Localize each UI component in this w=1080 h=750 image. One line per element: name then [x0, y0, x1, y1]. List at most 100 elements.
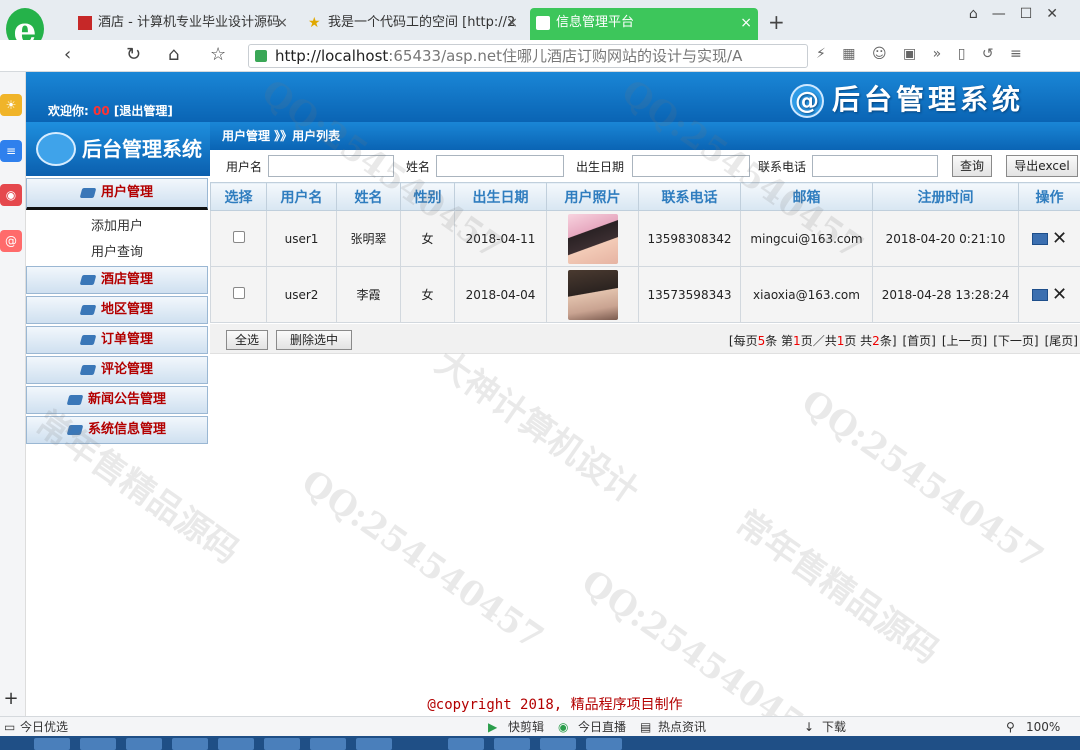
taskbar-app-icon[interactable] — [218, 738, 254, 750]
status-item[interactable]: 热点资讯 — [658, 718, 706, 736]
menu-label: 订单管理 — [100, 332, 153, 347]
taskbar-app-icon[interactable] — [80, 738, 116, 750]
sidebar-subitem-add-user[interactable]: 添加用户 — [26, 214, 208, 240]
breadcrumb: 用户管理 》》用户列表 — [210, 122, 1080, 150]
taskbar-app-icon[interactable] — [34, 738, 70, 750]
taskbar-app-icon[interactable] — [264, 738, 300, 750]
folder-icon — [66, 424, 84, 435]
tab-info-platform[interactable]: 信息管理平台 × — [530, 8, 758, 40]
pager-text: [每页 — [728, 334, 758, 348]
name-cell: 张明翠 — [336, 210, 401, 267]
sidebar-item-user-management[interactable]: 用户管理 — [26, 178, 208, 210]
delete-icon[interactable]: ✕ — [1052, 229, 1067, 247]
close-tab-icon[interactable]: × — [276, 8, 288, 38]
folder-icon — [79, 334, 97, 345]
sidebar-item-news-management[interactable]: 新闻公告管理 — [26, 386, 208, 414]
sidebar-item-order-management[interactable]: 订单管理 — [26, 326, 208, 354]
tab-hotel-source[interactable]: 酒店 - 计算机专业毕业设计源码 × — [72, 8, 294, 40]
favorite-star-icon[interactable]: ☆ — [210, 44, 226, 66]
logout-link[interactable]: [退出管理] — [114, 104, 173, 118]
last-page-link[interactable]: [尾页] — [1045, 334, 1078, 348]
status-item[interactable]: 今日直播 — [578, 718, 626, 736]
sidebar-item-hotel-management[interactable]: 酒店管理 — [26, 266, 208, 294]
url-host: http://localhost — [275, 47, 389, 65]
column-header: 用户名 — [266, 182, 337, 211]
status-item[interactable]: 下载 — [822, 718, 846, 736]
edit-icon[interactable] — [1031, 232, 1048, 245]
registered-cell: 2018-04-20 0:21:10 — [872, 210, 1019, 267]
username-label: 用户名 — [226, 160, 263, 174]
taskbar-app-icon[interactable] — [494, 738, 530, 750]
status-bar: ▭ 今日优选 ▶ 快剪辑 ◉ 今日直播 ▤ 热点资讯 ↓ 下载 ⚲ 100% — [0, 716, 1080, 736]
next-page-link[interactable]: [下一页] — [993, 334, 1038, 348]
taskbar-app-icon[interactable] — [356, 738, 392, 750]
taskbar-app-icon[interactable] — [126, 738, 162, 750]
tab-title: 信息管理平台 — [556, 15, 635, 30]
clip-icon: ▶ — [488, 720, 498, 734]
table-header-row: 选择 用户名 姓名 性别 出生日期 用户照片 联系电话 邮箱 注册时间 操作 — [210, 182, 1080, 211]
window-controls[interactable]: ⌂—☐✕ — [969, 6, 1072, 22]
delete-icon[interactable]: ✕ — [1052, 285, 1067, 303]
photo-cell — [546, 266, 639, 323]
new-tab-button[interactable]: + — [768, 10, 785, 34]
name-input[interactable] — [436, 155, 564, 177]
phone-input[interactable] — [812, 155, 938, 177]
sidebar-item-region-management[interactable]: 地区管理 — [26, 296, 208, 324]
mail-icon[interactable]: @ — [0, 230, 22, 252]
sidebar-item-review-management[interactable]: 评论管理 — [26, 356, 208, 384]
delete-selected-button[interactable]: 删除选中 — [276, 330, 352, 350]
select-all-button[interactable]: 全选 — [226, 330, 268, 350]
toolbar-icons[interactable]: ⚡ ▦ ☺ ▣ » ▯ ↺ ≡ — [816, 46, 1028, 62]
phone-cell: 13573598343 — [638, 266, 741, 323]
status-daily-picks[interactable]: 今日优选 — [20, 718, 68, 736]
zoom-level[interactable]: 100% — [1026, 718, 1060, 736]
prev-page-link[interactable]: [上一页] — [942, 334, 987, 348]
sidebar-item-system-info-management[interactable]: 系统信息管理 — [26, 416, 208, 444]
taskbar-app-icon[interactable] — [586, 738, 622, 750]
home-icon[interactable]: ⌂ — [168, 44, 179, 66]
close-tab-icon[interactable]: × — [740, 8, 752, 38]
actions-cell: ✕ — [1018, 266, 1080, 323]
username-input[interactable] — [268, 155, 394, 177]
menu-label: 酒店管理 — [100, 272, 153, 287]
registered-cell: 2018-04-28 13:28:24 — [872, 266, 1019, 323]
row-checkbox[interactable] — [232, 287, 245, 299]
weather-icon[interactable]: ☀ — [0, 94, 22, 116]
column-header: 操作 — [1018, 182, 1080, 211]
status-item[interactable]: 快剪辑 — [508, 718, 544, 736]
column-header: 邮箱 — [740, 182, 873, 211]
menu-label: 评论管理 — [100, 362, 153, 377]
taskbar-app-icon[interactable] — [448, 738, 484, 750]
weibo-icon[interactable]: ◉ — [0, 184, 22, 206]
address-bar[interactable]: http://localhost:65433/asp.net住哪儿酒店订购网站的… — [248, 44, 808, 68]
birth-date-input[interactable] — [632, 155, 750, 177]
search-bar: 用户名 姓名 出生日期 联系电话 查询 导出excel — [210, 150, 1080, 180]
taskbar-app-icon[interactable] — [540, 738, 576, 750]
watermark-text: QQ:254540457 — [294, 461, 551, 659]
sidebar-subitem-user-query[interactable]: 用户查询 — [26, 240, 208, 266]
tab-bar: 酒店 - 计算机专业毕业设计源码 × ★ 我是一个代码工的空间 [http://… — [0, 0, 1080, 40]
tab-code-space[interactable]: ★ 我是一个代码工的空间 [http://2 × — [302, 8, 524, 40]
taskbar-app-icon[interactable] — [310, 738, 346, 750]
folder-icon — [66, 394, 84, 405]
column-header: 出生日期 — [454, 182, 547, 211]
query-button[interactable]: 查询 — [952, 155, 992, 177]
download-icon: ↓ — [804, 720, 815, 734]
admin-sidebar: 后台管理系统 用户管理 添加用户 用户查询 酒店管理 地区管理 订单管理 评论管… — [26, 122, 210, 444]
news-icon[interactable]: ≡ — [0, 140, 22, 162]
back-icon[interactable]: ‹ — [64, 44, 71, 66]
edit-icon[interactable] — [1031, 288, 1048, 301]
column-header: 用户照片 — [546, 182, 639, 211]
star-icon: ★ — [308, 15, 321, 31]
name-label: 姓名 — [406, 160, 431, 174]
row-checkbox[interactable] — [232, 231, 245, 243]
gender-cell: 女 — [400, 210, 455, 267]
favicon-icon — [78, 16, 92, 30]
sidebar-logo-icon — [36, 132, 76, 166]
export-excel-button[interactable]: 导出excel — [1006, 155, 1078, 177]
first-page-link[interactable]: [首页] — [903, 334, 936, 348]
close-tab-icon[interactable]: × — [506, 8, 518, 38]
taskbar-app-icon[interactable] — [172, 738, 208, 750]
current-page: 1 — [793, 334, 801, 348]
reload-icon[interactable]: ↻ — [126, 44, 141, 66]
